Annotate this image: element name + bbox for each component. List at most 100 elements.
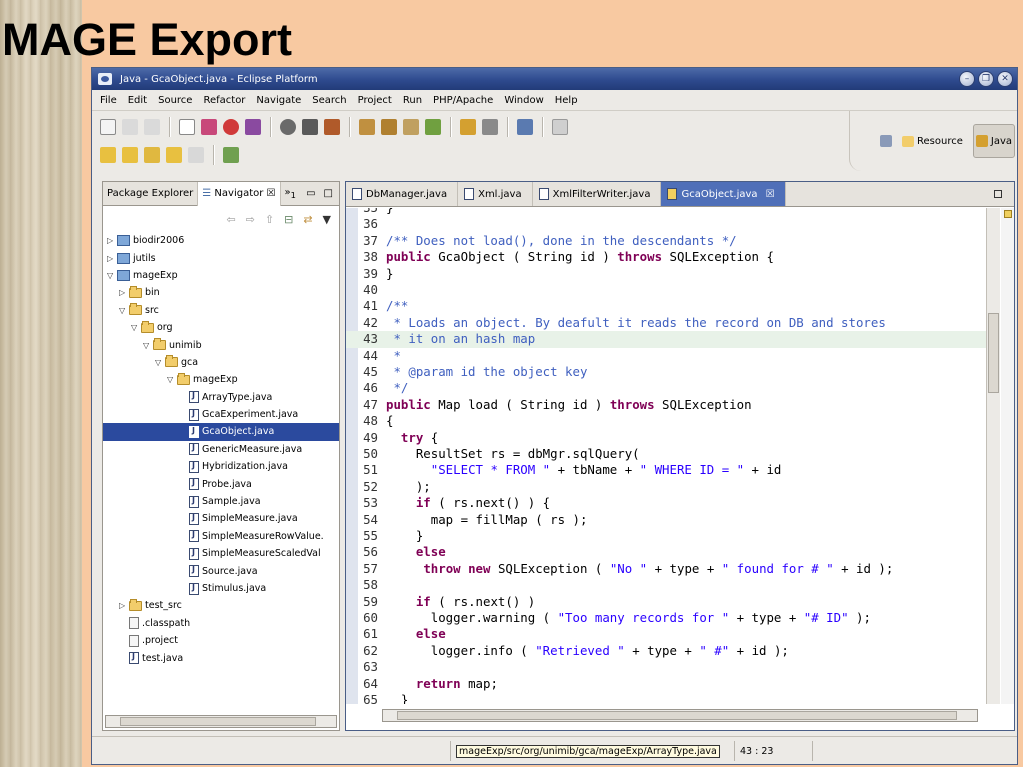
save-icon[interactable]	[122, 119, 138, 135]
expand-closed-icon[interactable]: ▷	[119, 601, 129, 610]
tree-item[interactable]: .classpath	[103, 615, 339, 632]
collapse-all-icon[interactable]: ⊟	[284, 213, 293, 226]
tree-item[interactable]: GcaObject.java	[103, 423, 339, 441]
new-interface-icon[interactable]	[425, 119, 441, 135]
expand-closed-icon[interactable]: ▷	[119, 288, 129, 297]
tree-item[interactable]: Source.java	[103, 562, 339, 579]
tab-navigator[interactable]: ☰ Navigator ☒	[198, 181, 281, 206]
expand-open-icon[interactable]: ▽	[107, 271, 117, 280]
tree-item[interactable]: Probe.java	[103, 475, 339, 492]
tree-item[interactable]: ▽ gca	[103, 354, 339, 371]
editor-tab[interactable]: XmlFilterWriter.java	[533, 182, 662, 206]
expand-open-icon[interactable]: ▽	[155, 358, 165, 367]
tree-item[interactable]: Stimulus.java	[103, 580, 339, 597]
expand-closed-icon[interactable]: ▷	[107, 236, 117, 245]
menu-help[interactable]: Help	[555, 95, 578, 106]
expand-open-icon[interactable]: ▽	[143, 341, 153, 350]
editor-tab[interactable]: DbManager.java	[346, 182, 459, 206]
tree-item[interactable]: SimpleMeasureRowValue.	[103, 528, 339, 545]
eclipse-app-icon[interactable]	[98, 73, 112, 85]
menu-php-apache[interactable]: PHP/Apache	[433, 95, 493, 106]
tree-item[interactable]: test.java	[103, 649, 339, 666]
expand-closed-icon[interactable]: ▷	[107, 254, 117, 263]
new-wizard-icon[interactable]	[100, 119, 116, 135]
run-icon[interactable]	[302, 119, 318, 135]
tab-package-explorer[interactable]: Package Explorer	[103, 181, 199, 206]
maximize-editor-icon[interactable]	[994, 190, 1002, 198]
pin-editor-icon[interactable]	[223, 147, 239, 163]
overview-marker[interactable]	[1004, 210, 1012, 218]
new-class-icon[interactable]	[403, 119, 419, 135]
search-icon[interactable]	[482, 119, 498, 135]
tree-item[interactable]: .project	[103, 632, 339, 649]
last-edit-location-icon[interactable]	[144, 147, 160, 163]
nav-forward-icon[interactable]: ⇨	[246, 213, 255, 226]
next-annotation-icon[interactable]	[100, 147, 116, 163]
perspective-java[interactable]: Java	[972, 124, 1015, 158]
window-titlebar[interactable]: Java - GcaObject.java - Eclipse Platform…	[92, 68, 1017, 90]
tree-item[interactable]: ▽ unimib	[103, 336, 339, 353]
editor-tab[interactable]: Xml.java	[458, 182, 533, 206]
tree-item[interactable]: ▷ jutils	[103, 249, 339, 266]
open-perspective-button-icon[interactable]	[880, 135, 893, 147]
nav-up-icon[interactable]: ⇧	[265, 213, 274, 226]
menu-source[interactable]: Source	[158, 95, 192, 106]
close-button[interactable]: ✕	[997, 71, 1013, 87]
tree-item[interactable]: GcaExperiment.java	[103, 406, 339, 423]
menu-run[interactable]: Run	[403, 95, 422, 106]
expand-open-icon[interactable]: ▽	[119, 306, 129, 315]
maximize-view-icon[interactable]: □	[324, 188, 333, 199]
db-disconnect-icon[interactable]	[245, 119, 261, 135]
tree-item[interactable]: SimpleMeasureScaledVal	[103, 545, 339, 562]
expand-open-icon[interactable]: ▽	[131, 323, 141, 332]
tree-item[interactable]: ▽ src	[103, 302, 339, 319]
view-overflow-chevron[interactable]: »1	[281, 187, 296, 200]
tree-item[interactable]: GenericMeasure.java	[103, 441, 339, 458]
maximize-button[interactable]: ❐	[978, 71, 994, 87]
tree-item[interactable]: SimpleMeasure.java	[103, 510, 339, 527]
back-icon[interactable]	[166, 147, 182, 163]
open-type-icon[interactable]	[460, 119, 476, 135]
menu-refactor[interactable]: Refactor	[203, 95, 245, 106]
new-java-project-icon[interactable]	[359, 119, 375, 135]
editor-tab[interactable]: GcaObject.java ☒	[661, 182, 786, 206]
link-with-editor-icon[interactable]: ⇄	[303, 213, 312, 226]
perspective-resource[interactable]: Resource	[902, 135, 963, 147]
code-area[interactable]: 35}3637/** Does not load(), done in the …	[346, 208, 988, 704]
editor-horizontal-scrollbar[interactable]	[382, 709, 978, 722]
tree-item[interactable]: ▽ mageExp	[103, 267, 339, 284]
tree-item[interactable]: ▷ biodir2006	[103, 232, 339, 249]
menu-window[interactable]: Window	[504, 95, 543, 106]
open-perspective-icon[interactable]	[517, 119, 533, 135]
tree-item[interactable]: ArrayType.java	[103, 389, 339, 406]
db-connect-icon[interactable]	[201, 119, 217, 135]
tree-item[interactable]: ▷ bin	[103, 284, 339, 301]
scroll-thumb[interactable]	[397, 711, 957, 720]
tree-item[interactable]: ▽ mageExp	[103, 371, 339, 388]
menu-file[interactable]: File	[100, 95, 117, 106]
minimize-view-icon[interactable]: ▭	[306, 188, 315, 199]
navigator-horizontal-scrollbar[interactable]	[105, 715, 337, 728]
external-tools-icon[interactable]	[324, 119, 340, 135]
tree-item[interactable]: ▽ org	[103, 319, 339, 336]
db-stop-icon[interactable]	[223, 119, 239, 135]
close-tab-icon[interactable]: ☒	[766, 189, 775, 200]
tree-item[interactable]: ▷ test_src	[103, 597, 339, 614]
menu-edit[interactable]: Edit	[128, 95, 147, 106]
new-package-icon[interactable]	[381, 119, 397, 135]
toggle-view-icon[interactable]	[552, 119, 568, 135]
previous-annotation-icon[interactable]	[122, 147, 138, 163]
tree-item[interactable]: Hybridization.java	[103, 458, 339, 475]
tree-item[interactable]: Sample.java	[103, 493, 339, 510]
print-icon[interactable]	[144, 119, 160, 135]
overview-ruler[interactable]	[1001, 208, 1014, 704]
nav-back-icon[interactable]: ⇦	[226, 213, 235, 226]
sql-icon[interactable]	[179, 119, 195, 135]
view-menu-icon[interactable]: ▼	[323, 213, 331, 226]
menu-navigate[interactable]: Navigate	[256, 95, 301, 106]
close-icon[interactable]: ☒	[267, 188, 276, 199]
scroll-thumb[interactable]	[120, 717, 316, 726]
editor-vertical-scrollbar[interactable]	[986, 208, 1000, 704]
menu-project[interactable]: Project	[358, 95, 392, 106]
expand-open-icon[interactable]: ▽	[167, 375, 177, 384]
